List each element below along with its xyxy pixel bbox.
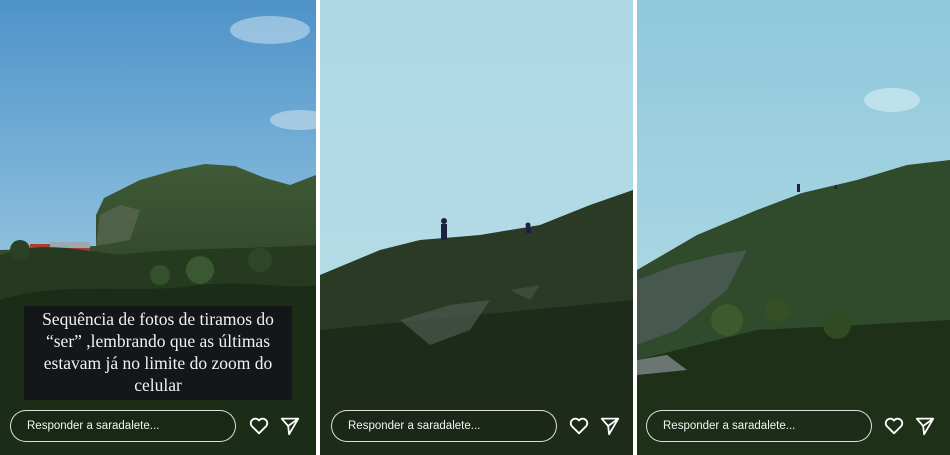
reply-input[interactable]: Responder a saradalete... [331,410,557,442]
heart-icon[interactable] [248,415,270,437]
reply-input[interactable]: Responder a saradalete... [10,410,236,442]
heart-icon[interactable] [568,415,590,437]
send-icon[interactable] [914,415,936,437]
send-icon[interactable] [599,415,621,437]
story-caption: Sequência de fotos de tiramos do “ser” ,… [24,306,292,400]
story-photo-hill-medium [637,0,950,455]
reply-input[interactable]: Responder a saradalete... [646,410,872,442]
heart-icon[interactable] [883,415,905,437]
story-panel-1: Sequência de fotos de tiramos do “ser” ,… [0,0,316,455]
send-icon[interactable] [279,415,301,437]
story-panel-2: Responder a saradalete... [320,0,633,455]
story-panel-3: Responder a saradalete... [637,0,950,455]
story-photo-hill-zoom [320,0,633,455]
